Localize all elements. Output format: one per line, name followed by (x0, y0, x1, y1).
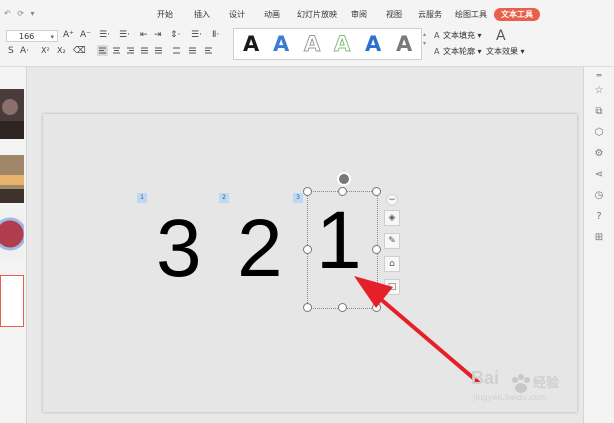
share-icon[interactable]: ⋖ (592, 169, 606, 180)
right-task-pane: ═ ☆ ⧉ ⬡ ⚙ ⋖ ◷ ? ⊞ (583, 67, 614, 423)
watermark-brand: Bai (471, 368, 500, 388)
shape-icon[interactable]: ⬡ (592, 127, 606, 138)
copy-icon[interactable]: ⧉ (592, 106, 606, 117)
settings-icon[interactable]: ⚙ (592, 148, 606, 159)
red-arrow (354, 276, 480, 384)
collapse-pane-icon[interactable]: ═ (592, 71, 606, 80)
watermark-brand-cn: 经验 (533, 376, 560, 391)
help-icon[interactable]: ? (592, 211, 606, 222)
watermark-url: jingyan.baidu.com (473, 393, 547, 402)
history-icon[interactable]: ◷ (592, 190, 606, 201)
grid-icon[interactable]: ⊞ (592, 232, 606, 243)
baidu-watermark: Bai 经验 jingyan.baidu.com (471, 366, 581, 406)
star-icon[interactable]: ☆ (592, 85, 606, 96)
